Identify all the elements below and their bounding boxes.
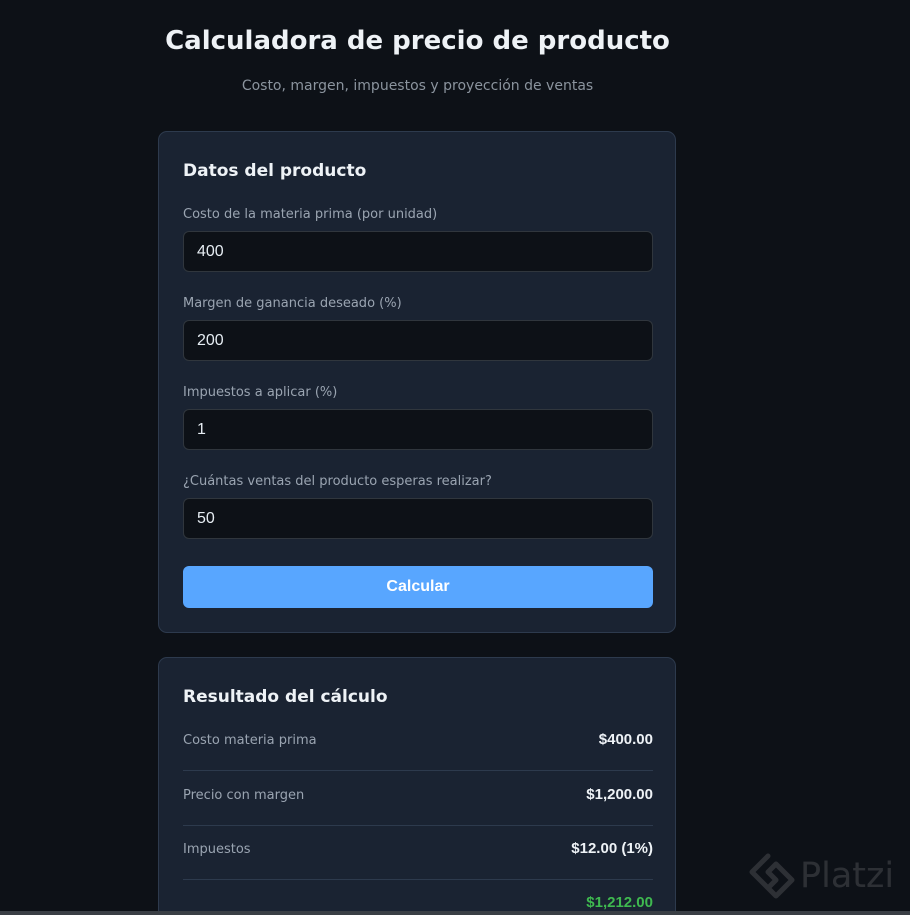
result-value: $1,212.00: [586, 894, 653, 911]
result-label: Precio con margen: [183, 788, 305, 803]
profit-margin-input[interactable]: [183, 320, 653, 361]
result-row-taxes: Impuestos $12.00 (1%): [183, 826, 653, 880]
raw-material-cost-input[interactable]: [183, 231, 653, 272]
result-value: $1,200.00: [586, 786, 653, 803]
product-card-title: Datos del producto: [183, 161, 367, 181]
expected-sales-input[interactable]: [183, 498, 653, 539]
calculate-button[interactable]: Calcular: [183, 566, 653, 608]
platzi-logo-icon: [749, 853, 795, 899]
result-row-raw-material: Costo materia prima $400.00: [183, 717, 653, 771]
result-row-final-price: $1,212.00: [183, 880, 653, 915]
platzi-brand-text: Platzi: [800, 856, 895, 896]
result-value: $12.00 (1%): [571, 840, 653, 857]
platzi-watermark: Platzi: [748, 852, 908, 908]
product-data-card: Datos del producto Costo de la materia p…: [158, 131, 676, 633]
result-card-title: Resultado del cálculo: [183, 687, 388, 707]
window-bottom-edge: [0, 911, 910, 915]
result-value: $400.00: [598, 731, 653, 748]
result-card: Resultado del cálculo Costo materia prim…: [158, 657, 676, 915]
page-title: Calculadora de precio de producto: [165, 26, 670, 56]
taxes-input[interactable]: [183, 409, 653, 450]
page-subtitle: Costo, margen, impuestos y proyección de…: [241, 78, 594, 94]
result-row-price-with-margin: Precio con margen $1,200.00: [183, 772, 653, 826]
result-label: Impuestos: [183, 842, 251, 857]
expected-sales-label: ¿Cuántas ventas del producto esperas rea…: [183, 474, 492, 489]
result-label: Costo materia prima: [183, 733, 317, 748]
taxes-label: Impuestos a aplicar (%): [183, 385, 338, 400]
profit-margin-label: Margen de ganancia deseado (%): [183, 296, 402, 311]
raw-material-cost-label: Costo de la materia prima (por unidad): [183, 207, 438, 222]
